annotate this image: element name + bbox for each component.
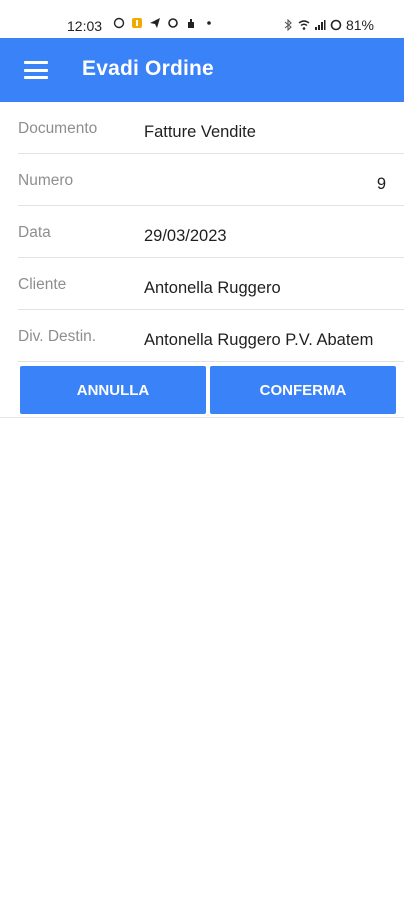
signal-icon [314,19,326,31]
system-status-icons: 81% [282,17,374,33]
confirm-button[interactable]: CONFERMA [210,366,396,414]
row-cliente: Cliente Antonella Ruggero [18,258,404,310]
whatsapp-icon [113,17,125,29]
notification-icons [113,17,215,29]
cliente-value[interactable]: Antonella Ruggero [144,279,388,298]
cancel-button[interactable]: ANNULLA [20,366,206,414]
data-label: Data [18,224,51,241]
telegram-icon [149,17,161,29]
page-title: Evadi Ordine [82,57,214,80]
battery-icon [330,19,342,31]
action-buttons: ANNULLA CONFERMA [20,366,396,414]
order-form: Documento Fatture Vendite Numero 9 Data … [0,102,404,362]
div-destin-label: Div. Destin. [18,328,97,345]
app-notification-icon [131,17,143,29]
row-documento: Documento Fatture Vendite [18,102,404,154]
app-bar: Evadi Ordine [0,38,404,102]
data-value[interactable]: 29/03/2023 [144,227,388,246]
sync-icon [167,17,179,29]
row-data: Data 29/03/2023 [18,206,404,258]
menu-icon[interactable] [22,58,50,82]
status-time: 12:03 [67,18,103,34]
hand-icon [185,17,197,29]
documento-value[interactable]: Fatture Vendite [144,123,388,142]
row-div-destin: Div. Destin. Antonella Ruggero P.V. Abat… [18,310,404,362]
bluetooth-icon [282,19,294,31]
status-bar: 12:03 81% [0,0,404,38]
cliente-label: Cliente [18,276,67,293]
row-numero: Numero 9 [18,154,404,206]
documento-label: Documento [18,120,98,137]
numero-value[interactable]: 9 [142,175,386,194]
battery-level: 81% [345,17,374,33]
wifi-icon [298,19,310,31]
divider [0,417,404,418]
div-destin-value[interactable]: Antonella Ruggero P.V. Abatem [144,331,388,350]
dot-icon [203,17,215,29]
numero-label: Numero [18,172,74,189]
